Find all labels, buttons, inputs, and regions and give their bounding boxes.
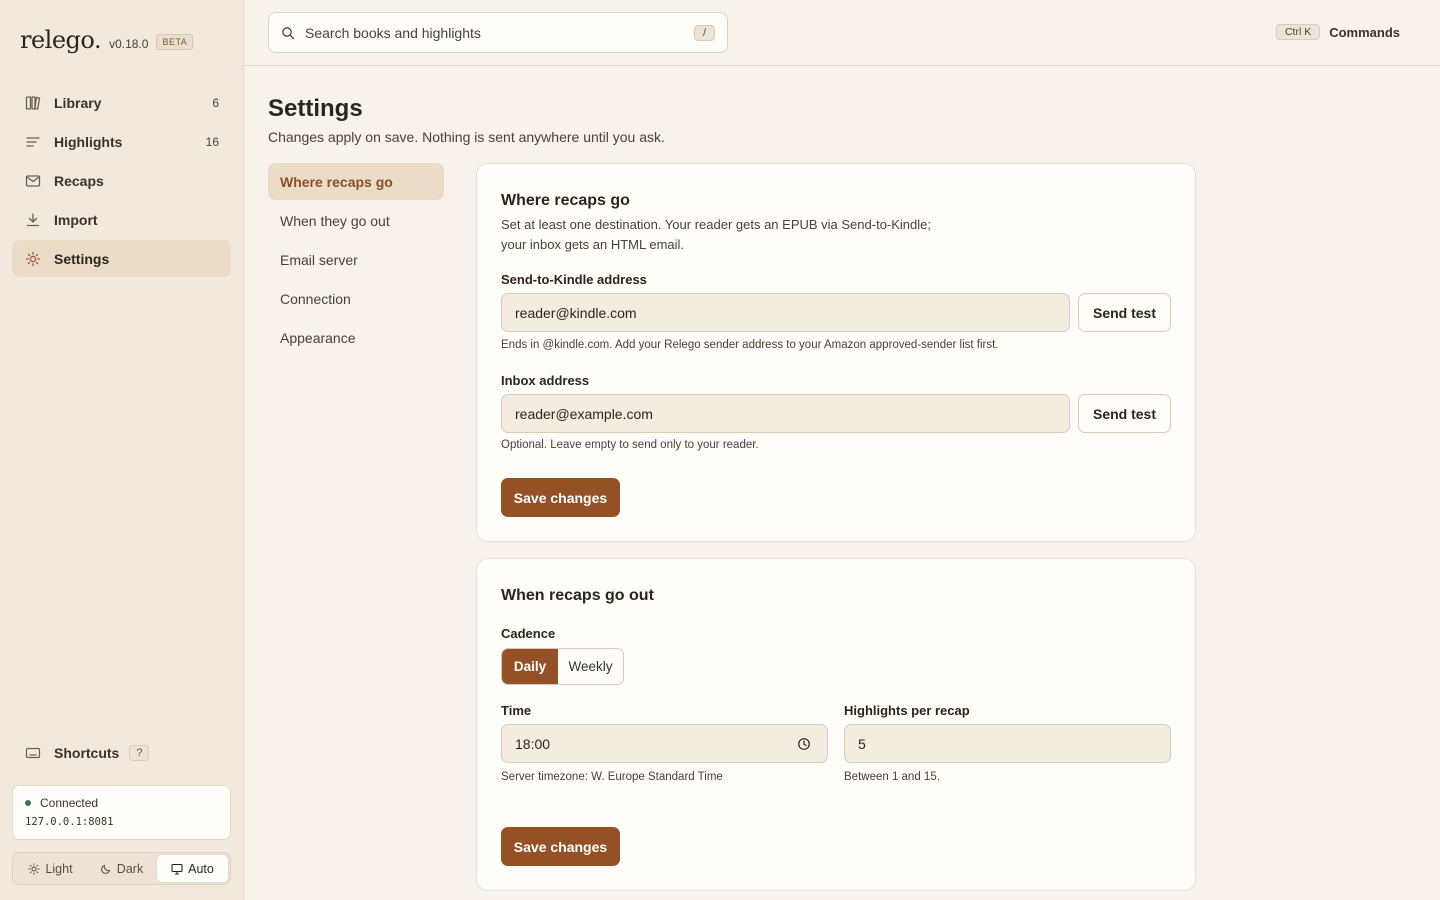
sidebar-item-highlights[interactable]: Highlights 16 (12, 123, 231, 160)
highlights-per-recap-hint: Between 1 and 15. (844, 771, 940, 783)
sidebar-item-recaps[interactable]: Recaps (12, 162, 231, 199)
commands-label: Commands (1329, 24, 1400, 40)
settings-subnav: Where recaps go When they go out Email s… (268, 163, 444, 358)
download-icon (24, 211, 42, 229)
inbox-send-test-button[interactable]: Send test (1078, 394, 1171, 433)
timezone-hint: Server timezone: W. Europe Standard Time (501, 771, 723, 783)
cadence-weekly-option[interactable]: Weekly (558, 649, 623, 684)
shortcuts-label: Shortcuts (54, 745, 120, 761)
search-input[interactable] (305, 24, 694, 41)
clock-icon[interactable] (797, 737, 811, 751)
kindle-send-test-button[interactable]: Send test (1078, 293, 1171, 332)
connection-address: 127.0.0.1:8081 (25, 816, 114, 828)
kindle-address-input[interactable] (501, 293, 1070, 332)
page-title: Settings (268, 95, 363, 122)
cadence-daily-option[interactable]: Daily (502, 649, 558, 684)
library-count: 6 (212, 95, 219, 110)
search-icon (282, 26, 295, 39)
top-bar: / Ctrl K Commands (244, 0, 1440, 66)
theme-auto-label: Auto (188, 861, 214, 876)
sidebar-item-label: Library (54, 94, 102, 111)
mail-icon (24, 172, 42, 190)
highlights-icon (24, 133, 42, 151)
save-destinations-button[interactable]: Save changes (501, 478, 620, 517)
search-shortcut: / (693, 24, 715, 41)
save-schedule-button[interactable]: Save changes (501, 827, 620, 866)
sidebar-item-label: Recaps (54, 172, 104, 189)
commands-button[interactable]: Ctrl K Commands (1275, 24, 1400, 40)
sidebar-item-label: Settings (54, 250, 110, 267)
destinations-description-line1: Set at least one destination. Your reade… (501, 217, 931, 232)
connection-card: Connected 127.0.0.1:8081 (12, 785, 231, 840)
shortcuts-button[interactable]: Shortcuts ? (24, 744, 150, 762)
connection-status: Connected (25, 796, 218, 810)
highlights-per-recap-input[interactable] (844, 724, 1171, 763)
commands-shortcut: Ctrl K (1275, 24, 1321, 40)
sun-icon (28, 862, 41, 875)
shortcuts-key: ? (129, 745, 150, 761)
subnav-connection[interactable]: Connection (268, 280, 444, 317)
destinations-card: Where recaps go Set at least one destina… (476, 163, 1196, 542)
sidebar-item-label: Import (54, 211, 98, 228)
keyboard-icon (24, 744, 42, 762)
time-input[interactable] (501, 724, 828, 763)
theme-auto-button[interactable]: Auto (157, 855, 228, 882)
inbox-address-label: Inbox address (501, 373, 590, 388)
theme-dark-label: Dark (116, 861, 144, 876)
inbox-address-hint: Optional. Leave empty to send only to yo… (501, 439, 759, 451)
theme-dark-button[interactable]: Dark (86, 855, 157, 882)
beta-badge: BETA (156, 34, 194, 50)
cadence-label: Cadence (501, 626, 556, 641)
library-icon (24, 94, 42, 112)
sidebar: relego. v0.18.0 BETA Library 6 Highlight… (0, 0, 244, 900)
app-version: v0.18.0 (109, 37, 149, 51)
app-logo: relego. (20, 26, 102, 54)
destinations-description-line2: your inbox gets an HTML email. (501, 237, 685, 252)
status-dot (25, 800, 31, 806)
cadence-toggle: Daily Weekly (501, 648, 624, 685)
subnav-when-they-go-out[interactable]: When they go out (268, 202, 444, 239)
connection-status-text: Connected (40, 796, 99, 810)
theme-switch: Light Dark Auto (12, 852, 231, 885)
sidebar-nav: Library 6 Highlights 16 Recaps Import Se… (12, 84, 231, 279)
sidebar-item-library[interactable]: Library 6 (12, 84, 231, 121)
kindle-address-label: Send-to-Kindle address (501, 272, 647, 287)
subnav-where-recaps-go[interactable]: Where recaps go (268, 163, 444, 200)
schedule-title: When recaps go out (501, 587, 654, 604)
highlights-count: 16 (205, 134, 219, 149)
sidebar-item-settings[interactable]: Settings (12, 240, 231, 277)
destinations-title: Where recaps go (501, 192, 630, 209)
theme-light-button[interactable]: Light (15, 855, 86, 882)
highlights-per-recap-label: Highlights per recap (844, 703, 970, 718)
brand[interactable]: relego. v0.18.0 BETA (20, 26, 194, 54)
schedule-card: When recaps go out Cadence Daily Weekly … (476, 558, 1196, 891)
time-label: Time (501, 703, 532, 718)
sidebar-item-label: Highlights (54, 133, 123, 150)
subnav-email-server[interactable]: Email server (268, 241, 444, 278)
monitor-icon (171, 863, 183, 875)
inbox-address-input[interactable] (501, 394, 1070, 433)
kindle-address-hint: Ends in @kindle.com. Add your Relego sen… (501, 339, 999, 351)
page-subtitle: Changes apply on save. Nothing is sent a… (268, 129, 665, 145)
gear-icon (24, 250, 42, 268)
search-box[interactable]: / (268, 12, 728, 53)
subnav-appearance[interactable]: Appearance (268, 319, 444, 356)
theme-light-label: Light (45, 861, 73, 876)
moon-icon (100, 864, 111, 874)
sidebar-item-import[interactable]: Import (12, 201, 231, 238)
